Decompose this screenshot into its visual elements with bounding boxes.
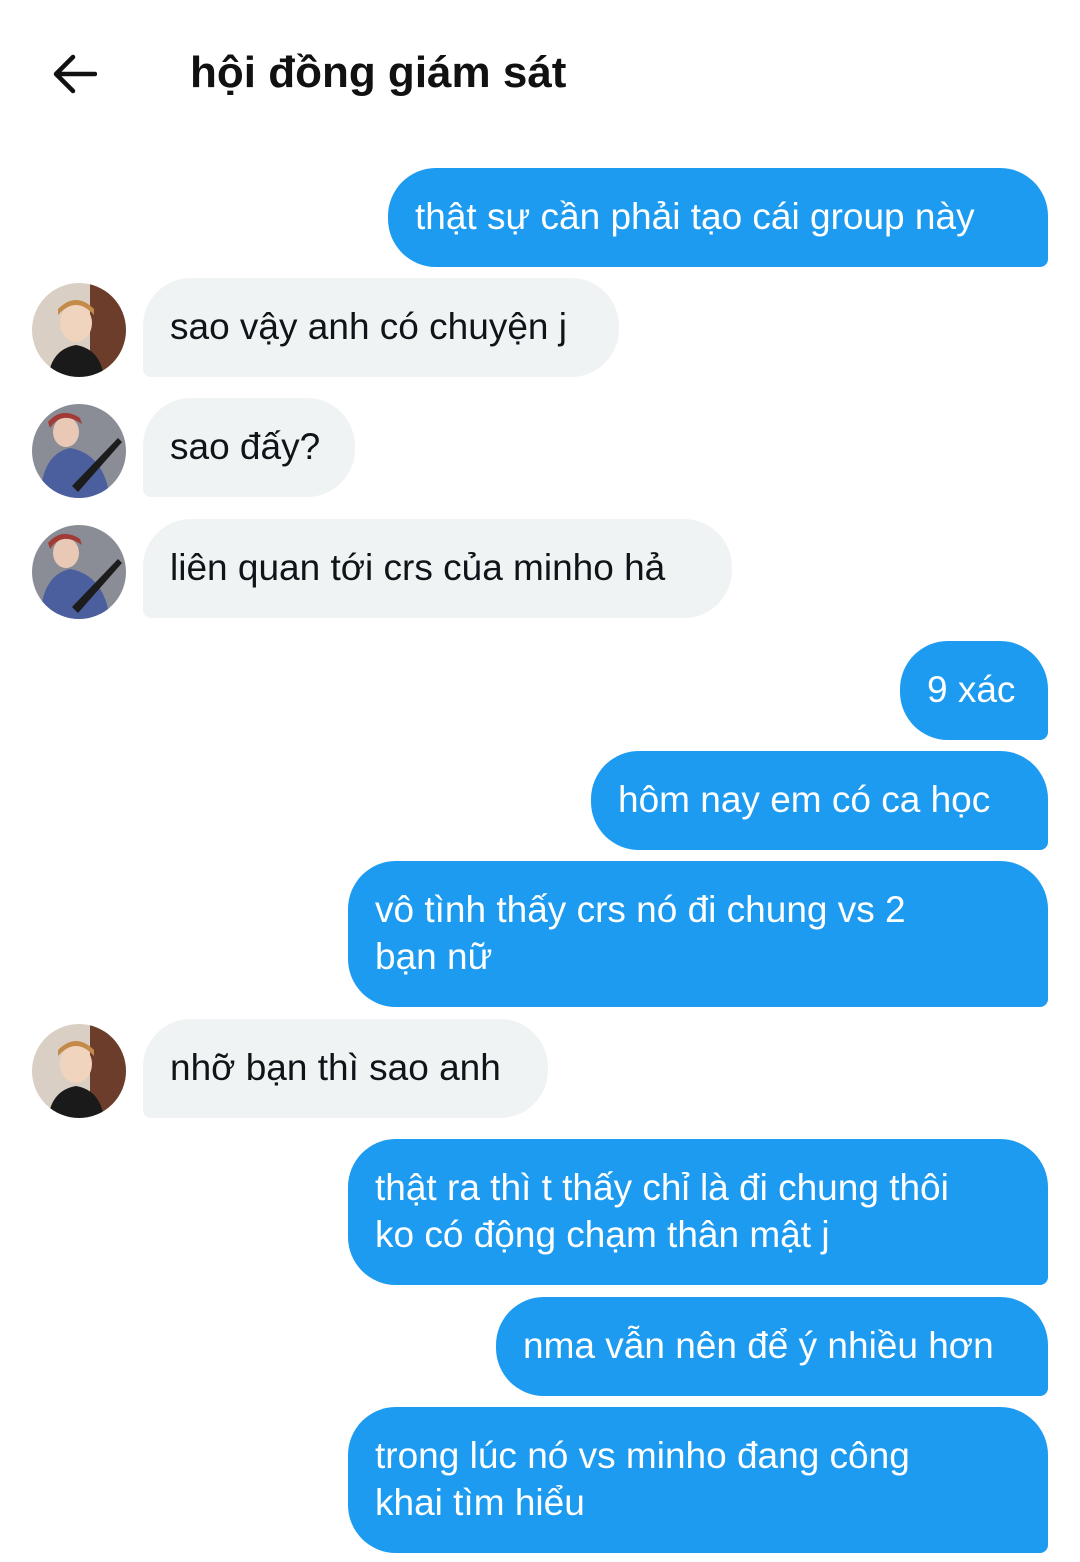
chat-header: hội đồng giám sát	[0, 0, 1080, 140]
message-bubble-incoming[interactable]: sao đấy?	[143, 398, 355, 497]
avatar-user-1[interactable]	[32, 283, 126, 377]
avatar-user-2[interactable]	[32, 404, 126, 498]
message-bubble-outgoing[interactable]: thật sự cần phải tạo cái group này	[388, 168, 1048, 267]
avatar-user-1[interactable]	[32, 1024, 126, 1118]
message-bubble-outgoing[interactable]: 9 xác	[900, 641, 1048, 740]
message-bubble-incoming[interactable]: sao vậy anh có chuyện j	[143, 278, 619, 377]
message-bubble-incoming[interactable]: nhỡ bạn thì sao anh	[143, 1019, 548, 1118]
back-button[interactable]	[44, 44, 104, 104]
message-bubble-outgoing[interactable]: hôm nay em có ca học	[591, 751, 1048, 850]
avatar-user-2[interactable]	[32, 525, 126, 619]
message-bubble-incoming[interactable]: liên quan tới crs của minho hả	[143, 519, 732, 618]
conversation-title: hội đồng giám sát	[190, 48, 567, 97]
message-bubble-outgoing[interactable]: vô tình thấy crs nó đi chung vs 2 bạn nữ	[348, 861, 1048, 1007]
message-bubble-outgoing[interactable]: nma vẫn nên để ý nhiều hơn	[496, 1297, 1048, 1396]
message-bubble-outgoing[interactable]: trong lúc nó vs minho đang công khai tìm…	[348, 1407, 1048, 1553]
message-bubble-outgoing[interactable]: thật ra thì t thấy chỉ là đi chung thôi …	[348, 1139, 1048, 1285]
arrow-left-icon	[53, 54, 97, 94]
